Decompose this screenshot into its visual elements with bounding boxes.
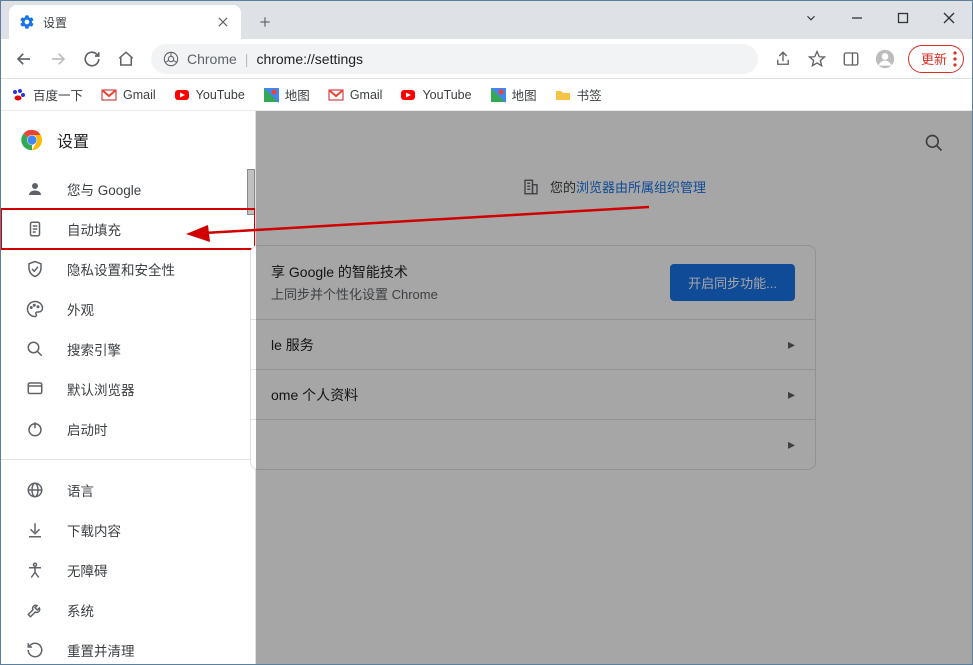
bookmark-label: 地图: [512, 85, 537, 104]
gmail-icon: [328, 87, 344, 103]
youtube-icon: [400, 87, 416, 103]
tab-title: 设置: [43, 14, 207, 31]
maps-icon: [263, 87, 279, 103]
tab-close-icon[interactable]: [215, 14, 231, 30]
sidebar-item-label: 外观: [67, 299, 94, 319]
bookmark-youtube[interactable]: YouTube: [174, 87, 245, 103]
sidebar-item-label: 下载内容: [67, 520, 121, 540]
bookmark-label: Gmail: [350, 88, 383, 102]
window-chevron-down[interactable]: [788, 11, 834, 25]
sidebar-item-you-and-google[interactable]: 您与 Google: [1, 169, 255, 209]
power-icon: [25, 419, 45, 439]
bookmark-gmail-2[interactable]: Gmail: [328, 87, 383, 103]
profile-avatar-button[interactable]: [870, 44, 900, 74]
youtube-icon: [174, 87, 190, 103]
bookmark-label: YouTube: [196, 88, 245, 102]
sidebar-item-label: 系统: [67, 600, 94, 620]
bookmark-label: YouTube: [422, 88, 471, 102]
bookmarks-bar: 百度一下 Gmail YouTube 地图 Gmail YouTube 地图 书…: [1, 79, 972, 111]
sidebar-item-label: 默认浏览器: [67, 379, 135, 399]
nav-back-button[interactable]: [9, 44, 39, 74]
bookmark-gmail[interactable]: Gmail: [101, 87, 156, 103]
toolbar: Chrome | chrome://settings 更新: [1, 39, 972, 79]
sidebar-item-accessibility[interactable]: 无障碍: [1, 550, 255, 590]
nav-reload-button[interactable]: [77, 44, 107, 74]
window-minimize-button[interactable]: [834, 1, 880, 35]
sidebar-item-label: 自动填充: [67, 219, 121, 239]
sidebar-item-downloads[interactable]: 下载内容: [1, 510, 255, 550]
bookmark-label: 地图: [285, 85, 310, 104]
settings-main: 您的浏览器由所属组织管理 享 Google 的智能技术 上同步并个性化设置 Ch…: [256, 111, 972, 664]
sidebar-item-label: 隐私设置和安全性: [67, 259, 175, 279]
settings-gear-icon: [19, 14, 35, 30]
sidebar-item-appearance[interactable]: 外观: [1, 289, 255, 329]
bookmark-label: 书签: [577, 85, 602, 104]
chrome-logo-icon: [21, 129, 43, 151]
share-button[interactable]: [768, 44, 798, 74]
bookmark-star-button[interactable]: [802, 44, 832, 74]
kebab-menu-icon: [953, 51, 957, 67]
sidebar-item-reset[interactable]: 重置并清理: [1, 630, 255, 664]
sidebar-header: 设置: [1, 111, 255, 169]
sidebar-item-label: 语言: [67, 480, 94, 500]
bookmark-youtube-2[interactable]: YouTube: [400, 87, 471, 103]
sidebar-item-label: 搜索引擎: [67, 339, 121, 359]
bookmark-maps-2[interactable]: 地图: [490, 85, 537, 104]
sidebar-item-languages[interactable]: 语言: [1, 470, 255, 510]
accessibility-icon: [25, 560, 45, 580]
sidebar-item-label: 无障碍: [67, 560, 108, 580]
sidebar-item-search-engine[interactable]: 搜索引擎: [1, 329, 255, 369]
new-tab-button[interactable]: [251, 8, 279, 36]
wrench-icon: [25, 600, 45, 620]
download-icon: [25, 520, 45, 540]
sidebar-item-autofill[interactable]: 自动填充: [1, 209, 255, 249]
sidebar-item-system[interactable]: 系统: [1, 590, 255, 630]
dim-overlay: [256, 111, 972, 664]
sidebar-item-label: 您与 Google: [67, 179, 141, 199]
omnibox[interactable]: Chrome | chrome://settings: [151, 44, 758, 74]
search-icon: [25, 339, 45, 359]
bookmark-baidu[interactable]: 百度一下: [11, 85, 83, 104]
window-maximize-button[interactable]: [880, 1, 926, 35]
gmail-icon: [101, 87, 117, 103]
bookmark-label: Gmail: [123, 88, 156, 102]
browser-icon: [25, 379, 45, 399]
update-label: 更新: [921, 49, 947, 68]
sidebar-divider: [1, 459, 255, 460]
settings-sidebar: 设置 您与 Google 自动填充 隐私设置和安全性 外观 搜索引擎: [1, 111, 256, 664]
shield-icon: [25, 259, 45, 279]
sidebar-item-label: 启动时: [67, 419, 108, 439]
sidebar-item-label: 重置并清理: [67, 640, 135, 660]
side-panel-button[interactable]: [836, 44, 866, 74]
update-button[interactable]: 更新: [908, 45, 964, 73]
folder-icon: [555, 87, 571, 103]
omnibox-url: chrome://settings: [256, 51, 363, 67]
sidebar-item-privacy[interactable]: 隐私设置和安全性: [1, 249, 255, 289]
sidebar-title: 设置: [57, 128, 89, 152]
baidu-icon: [11, 87, 27, 103]
sidebar-item-default-browser[interactable]: 默认浏览器: [1, 369, 255, 409]
reset-icon: [25, 640, 45, 660]
settings-app: 设置 您与 Google 自动填充 隐私设置和安全性 外观 搜索引擎: [1, 111, 972, 664]
person-icon: [25, 179, 45, 199]
omnibox-context: Chrome: [187, 51, 237, 67]
window-close-button[interactable]: [926, 1, 972, 35]
nav-forward-button[interactable]: [43, 44, 73, 74]
bookmark-folder[interactable]: 书签: [555, 85, 602, 104]
tab-settings[interactable]: 设置: [9, 5, 241, 39]
bookmark-maps[interactable]: 地图: [263, 85, 310, 104]
sidebar-item-on-startup[interactable]: 启动时: [1, 409, 255, 449]
chrome-icon: [163, 51, 179, 67]
autofill-icon: [25, 219, 45, 239]
nav-home-button[interactable]: [111, 44, 141, 74]
bookmark-label: 百度一下: [33, 85, 83, 104]
palette-icon: [25, 299, 45, 319]
maps-icon: [490, 87, 506, 103]
omnibox-separator: |: [245, 51, 249, 67]
globe-icon: [25, 480, 45, 500]
